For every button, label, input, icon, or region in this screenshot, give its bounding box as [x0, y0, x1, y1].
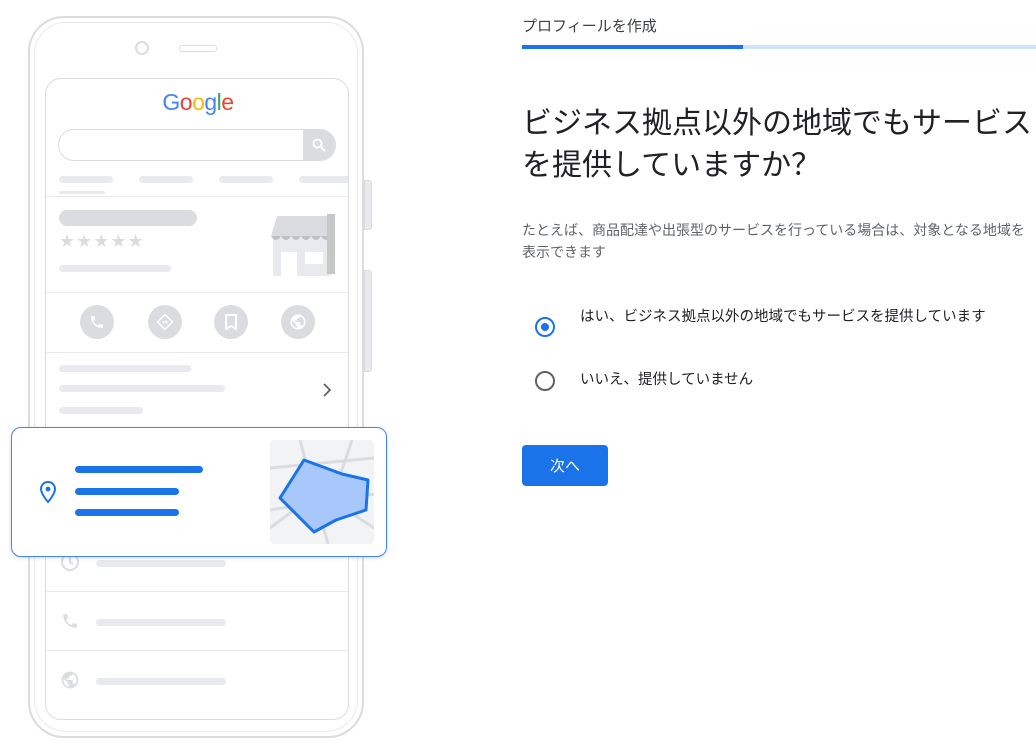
- mock-text-line: [96, 619, 226, 626]
- phone-volume-button: [364, 270, 372, 372]
- radio-yes[interactable]: [535, 317, 555, 337]
- step-label: プロフィールを作成: [522, 17, 657, 35]
- option-yes[interactable]: はい、ビジネス拠点以外の地域でもサービスを提供しています: [535, 307, 1015, 337]
- mock-chip: [59, 176, 113, 183]
- mock-text-line: [59, 407, 143, 414]
- globe-icon: [281, 305, 315, 339]
- mock-address-line: [75, 509, 179, 516]
- mock-chip: [299, 176, 348, 183]
- logo-letter: G: [162, 89, 180, 115]
- call-icon: [80, 305, 114, 339]
- search-icon: [303, 130, 335, 160]
- mock-business-category: [59, 265, 171, 272]
- logo-letter: e: [221, 89, 234, 115]
- progress-bar-fill: [522, 45, 744, 49]
- mock-chip: [139, 176, 193, 183]
- mock-search-bar: [58, 129, 336, 161]
- directions-icon: [148, 305, 182, 339]
- divider: [46, 196, 348, 197]
- service-area-polygon: [278, 458, 370, 534]
- phone-camera: [135, 41, 149, 55]
- phone-screen: Google ★★★★★: [45, 78, 349, 720]
- mock-chip: [219, 176, 273, 183]
- divider: [46, 650, 348, 651]
- phone-power-button: [364, 180, 372, 230]
- option-yes-label: はい、ビジネス拠点以外の地域でもサービスを提供しています: [580, 309, 986, 325]
- phone-speaker: [179, 45, 217, 52]
- logo-letter: o: [192, 89, 205, 115]
- logo-letter: g: [204, 89, 217, 115]
- chevron-right-icon: [316, 379, 338, 401]
- mock-address-line: [75, 488, 179, 495]
- option-no-label: いいえ、提供していません: [580, 372, 754, 388]
- radio-no[interactable]: [535, 371, 555, 391]
- service-area-card: [11, 427, 387, 557]
- service-area-map: [270, 440, 374, 544]
- next-button[interactable]: 次へ: [522, 445, 608, 486]
- mock-chip-underline: [59, 191, 105, 194]
- mock-text-line: [59, 385, 225, 392]
- divider: [46, 352, 348, 353]
- page-heading: ビジネス拠点以外の地域でもサービスを提供していますか？: [522, 106, 1032, 183]
- location-pin-icon: [39, 480, 57, 504]
- page-description: たとえば、商品配達や出張型のサービスを行っている場合は、対象となる地域を表示でき…: [522, 223, 1025, 261]
- divider: [46, 591, 348, 592]
- mock-text-line: [59, 365, 191, 372]
- mock-text-line: [96, 678, 226, 685]
- mock-business-name: [59, 210, 197, 226]
- storefront-icon: [267, 212, 337, 276]
- star-rating-icon: ★★★★★: [59, 231, 145, 252]
- logo-letter: o: [179, 89, 193, 115]
- option-no[interactable]: いいえ、提供していません: [535, 370, 1015, 391]
- phone-icon: [59, 610, 81, 632]
- mock-text-line: [96, 560, 226, 567]
- google-logo: Google: [46, 89, 348, 116]
- bookmark-icon: [214, 305, 248, 339]
- mock-address-line: [75, 466, 203, 473]
- divider: [46, 292, 348, 293]
- web-globe-icon: [59, 669, 81, 691]
